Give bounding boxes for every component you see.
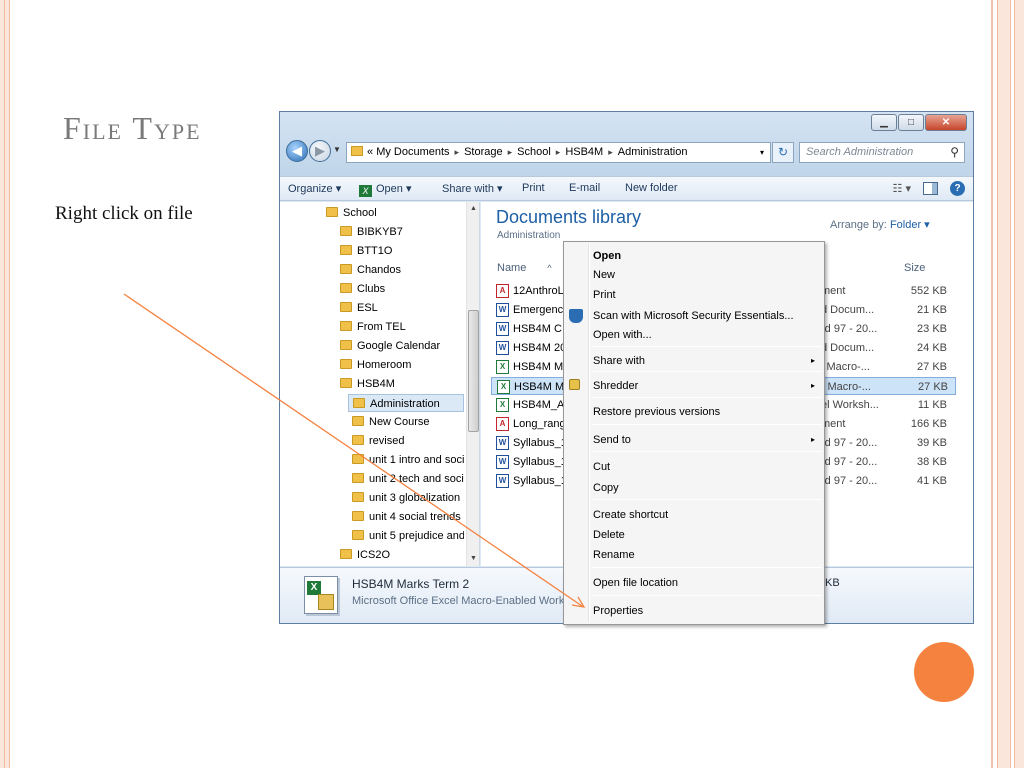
pointer-arrow [123,293,586,608]
